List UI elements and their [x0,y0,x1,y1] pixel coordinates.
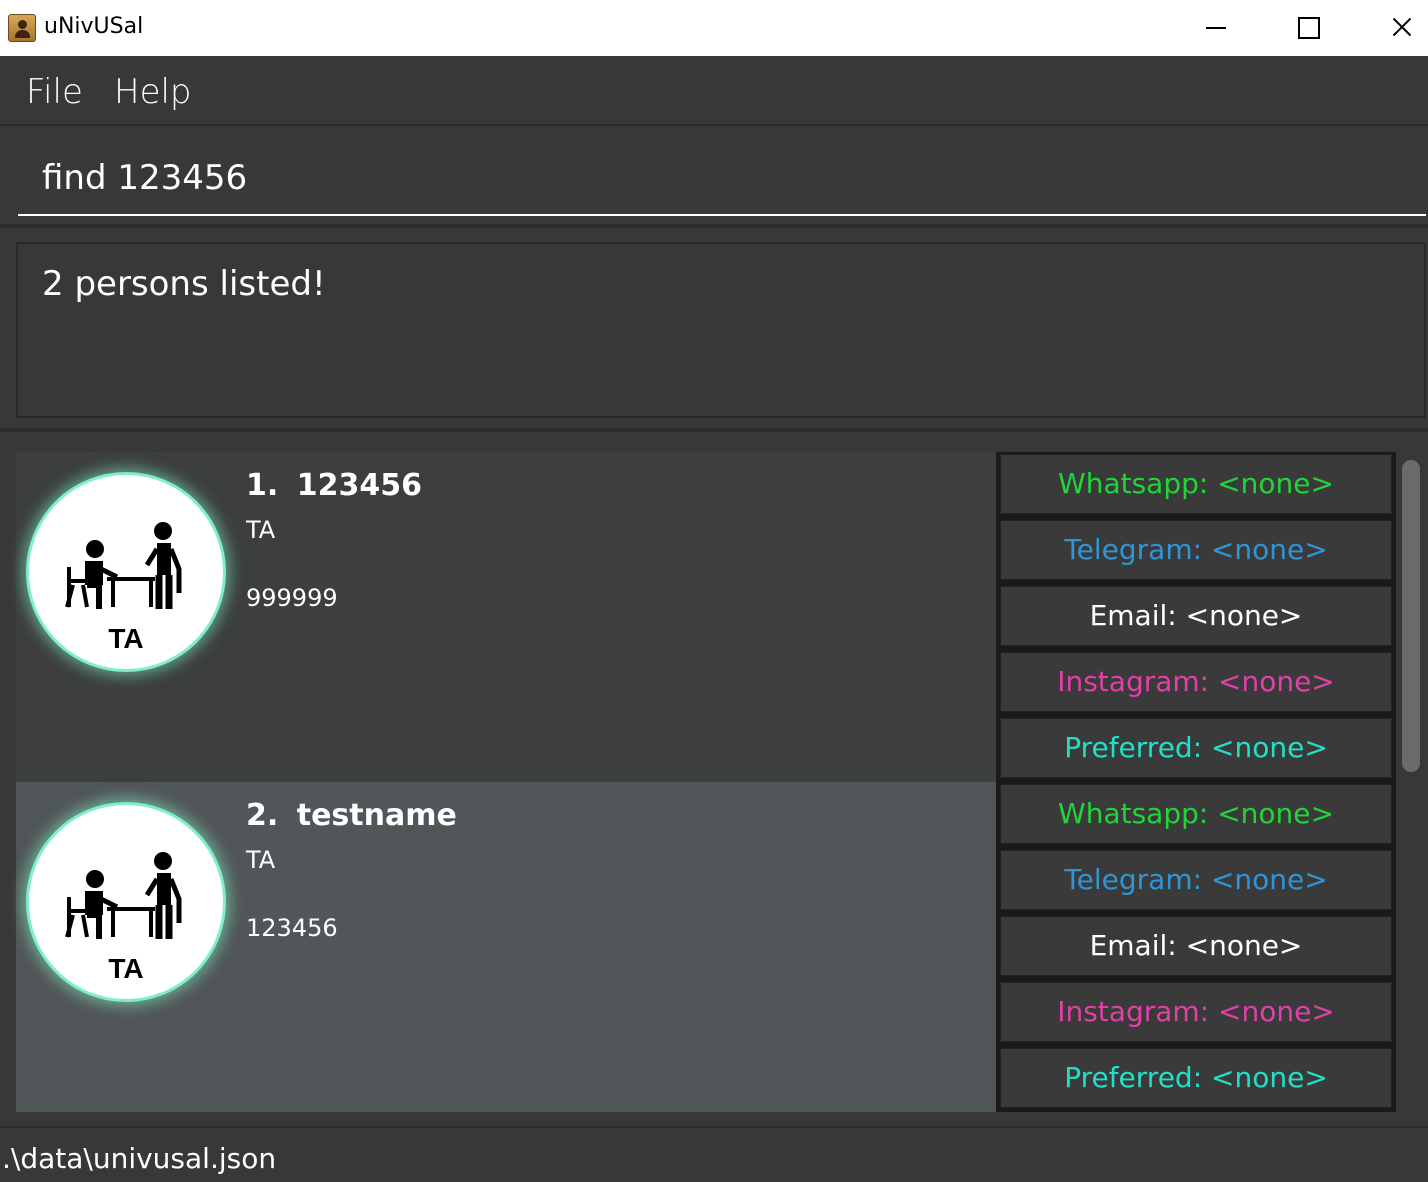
person-index: 2. [246,798,279,833]
result-message: 2 persons listed! [42,264,326,304]
address-book-icon [8,14,36,42]
contact-preferred: Preferred: <none> [1000,718,1392,778]
menu-bar: File Help [0,56,1428,126]
result-display[interactable]: 2 persons listed! [16,242,1426,418]
person-card[interactable]: TA 1. 123456 TA 999999 [16,452,996,782]
person-card[interactable]: TA 2. testname TA 123456 [16,782,996,1112]
save-file-path: .\data\univusal.json [2,1142,277,1175]
window-title: uNivUSal [44,14,144,39]
contact-telegram: Telegram: <none> [1000,520,1392,580]
command-input[interactable] [18,142,1426,216]
person-name: 1. 123456 [246,468,422,503]
person-role: TA [246,846,276,874]
person-name-text: 123456 [296,468,422,503]
contact-panel: Whatsapp: <none> Telegram: <none> Email:… [996,782,1396,1112]
ta-icon [65,852,182,939]
maximize-button[interactable] [1262,0,1354,56]
person-phone: 999999 [246,584,338,612]
contact-instagram: Instagram: <none> [1000,652,1392,712]
title-bar: uNivUSal [0,0,1428,56]
person-phone: 123456 [246,914,338,942]
contact-whatsapp: Whatsapp: <none> [1000,454,1392,514]
menu-help[interactable]: Help [114,72,192,112]
avatar: TA [26,802,226,1002]
status-bar: .\data\univusal.json [0,1126,1428,1182]
contact-instagram: Instagram: <none> [1000,982,1392,1042]
person-role: TA [246,516,276,544]
result-display-area: 2 persons listed! [0,232,1428,432]
person-name: 2. testname [246,798,457,833]
scrollbar-thumb[interactable] [1402,460,1420,772]
list-scrollbar[interactable] [1400,452,1424,1112]
contact-email: Email: <none> [1000,916,1392,976]
person-list[interactable]: TA 1. 123456 TA 999999 Whatsapp: <none> … [0,432,1428,1126]
contact-panel: Whatsapp: <none> Telegram: <none> Email:… [996,452,1396,782]
menu-file[interactable]: File [26,72,83,112]
contact-preferred: Preferred: <none> [1000,1048,1392,1108]
contact-telegram: Telegram: <none> [1000,850,1392,910]
command-box-area [0,128,1428,228]
person-name-text: testname [296,798,457,833]
contact-email: Email: <none> [1000,586,1392,646]
close-button[interactable] [1354,0,1428,56]
minimize-button[interactable] [1170,0,1262,56]
ta-icon [65,522,182,609]
avatar: TA [26,472,226,672]
person-index: 1. [246,468,279,503]
contact-whatsapp: Whatsapp: <none> [1000,784,1392,844]
avatar-label: TA [108,953,144,984]
avatar-label: TA [108,623,144,654]
